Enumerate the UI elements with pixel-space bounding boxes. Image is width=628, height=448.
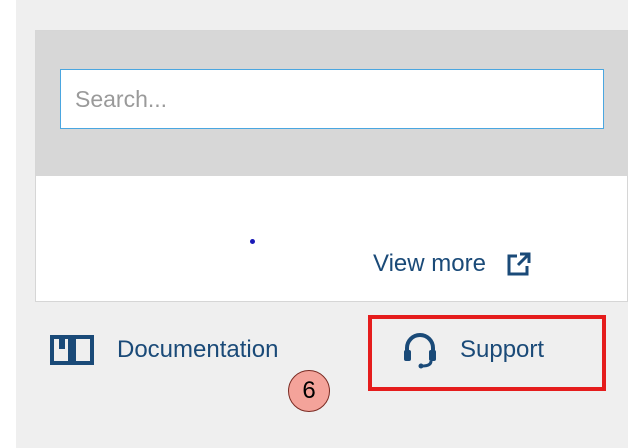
support-link[interactable]: Support xyxy=(402,330,544,370)
step-number-badge: 6 xyxy=(288,370,330,412)
support-label: Support xyxy=(460,336,545,363)
headset-icon xyxy=(404,333,436,369)
documentation-link[interactable]: Documentation xyxy=(49,330,278,370)
search-input[interactable] xyxy=(60,69,604,129)
documentation-label: Documentation xyxy=(117,336,279,363)
view-more-label: View more xyxy=(373,250,486,277)
book-icon xyxy=(50,335,94,365)
view-more-link[interactable]: View more xyxy=(373,246,532,282)
external-link-icon xyxy=(507,252,531,276)
step-number: 6 xyxy=(302,377,316,404)
loading-dot xyxy=(250,239,255,244)
